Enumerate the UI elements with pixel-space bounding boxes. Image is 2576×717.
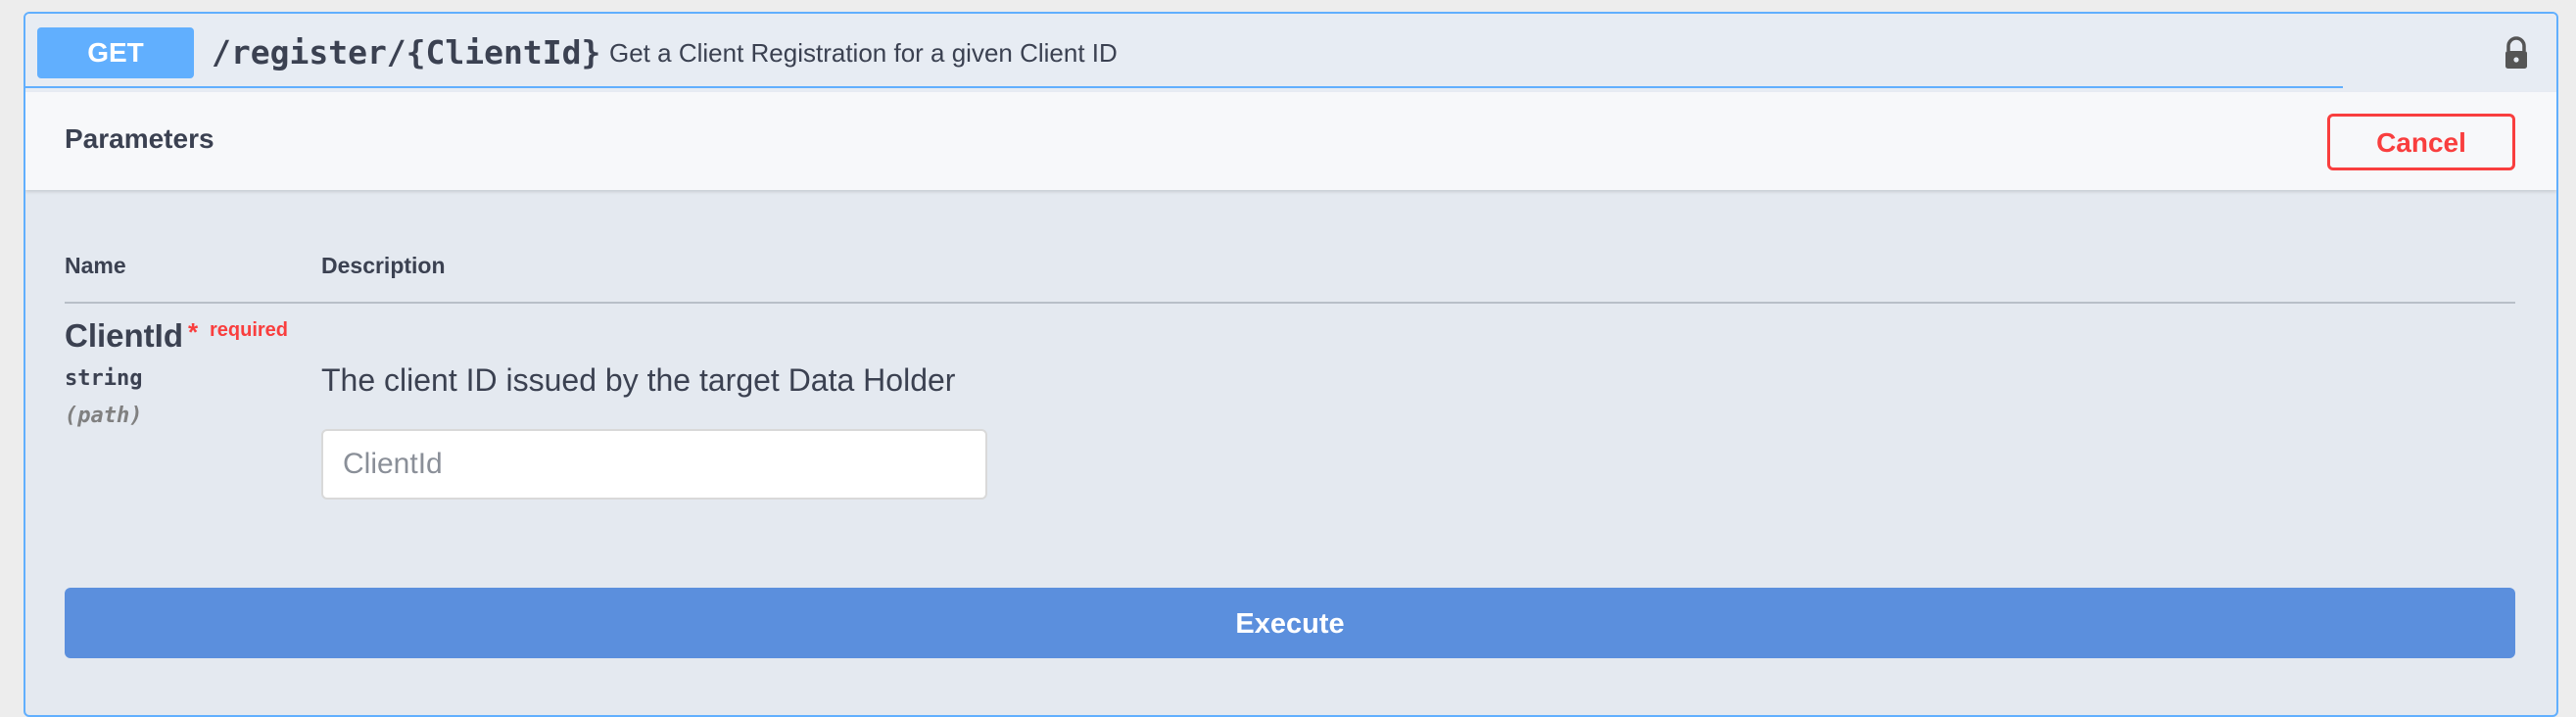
parameter-name: ClientId <box>65 317 183 354</box>
summary-divider <box>25 86 2343 88</box>
operation-block-get-register: GET /register/{ClientId} Get a Client Re… <box>24 12 2558 717</box>
parameters-header: Parameters Cancel <box>25 92 2556 190</box>
required-marker: * <box>188 317 199 347</box>
operation-path: /register/{ClientId} <box>212 33 601 72</box>
cancel-button[interactable]: Cancel <box>2327 114 2515 170</box>
parameter-type: string <box>65 366 143 391</box>
operation-summary[interactable]: GET /register/{ClientId} Get a Client Re… <box>25 14 2556 92</box>
client-id-input[interactable] <box>321 429 987 500</box>
column-header-name: Name <box>65 253 126 278</box>
column-header-description: Description <box>321 253 446 278</box>
parameter-description: The client ID issued by the target Data … <box>321 362 956 398</box>
table-divider <box>65 302 2515 304</box>
operation-summary-text: Get a Client Registration for a given Cl… <box>609 38 1118 68</box>
execute-button[interactable]: Execute <box>65 588 2515 658</box>
parameters-title: Parameters <box>65 123 215 154</box>
parameter-location: (path) <box>65 404 143 428</box>
http-method-badge: GET <box>37 27 194 78</box>
required-label: required <box>210 319 289 341</box>
lock-icon[interactable] <box>2500 35 2533 71</box>
